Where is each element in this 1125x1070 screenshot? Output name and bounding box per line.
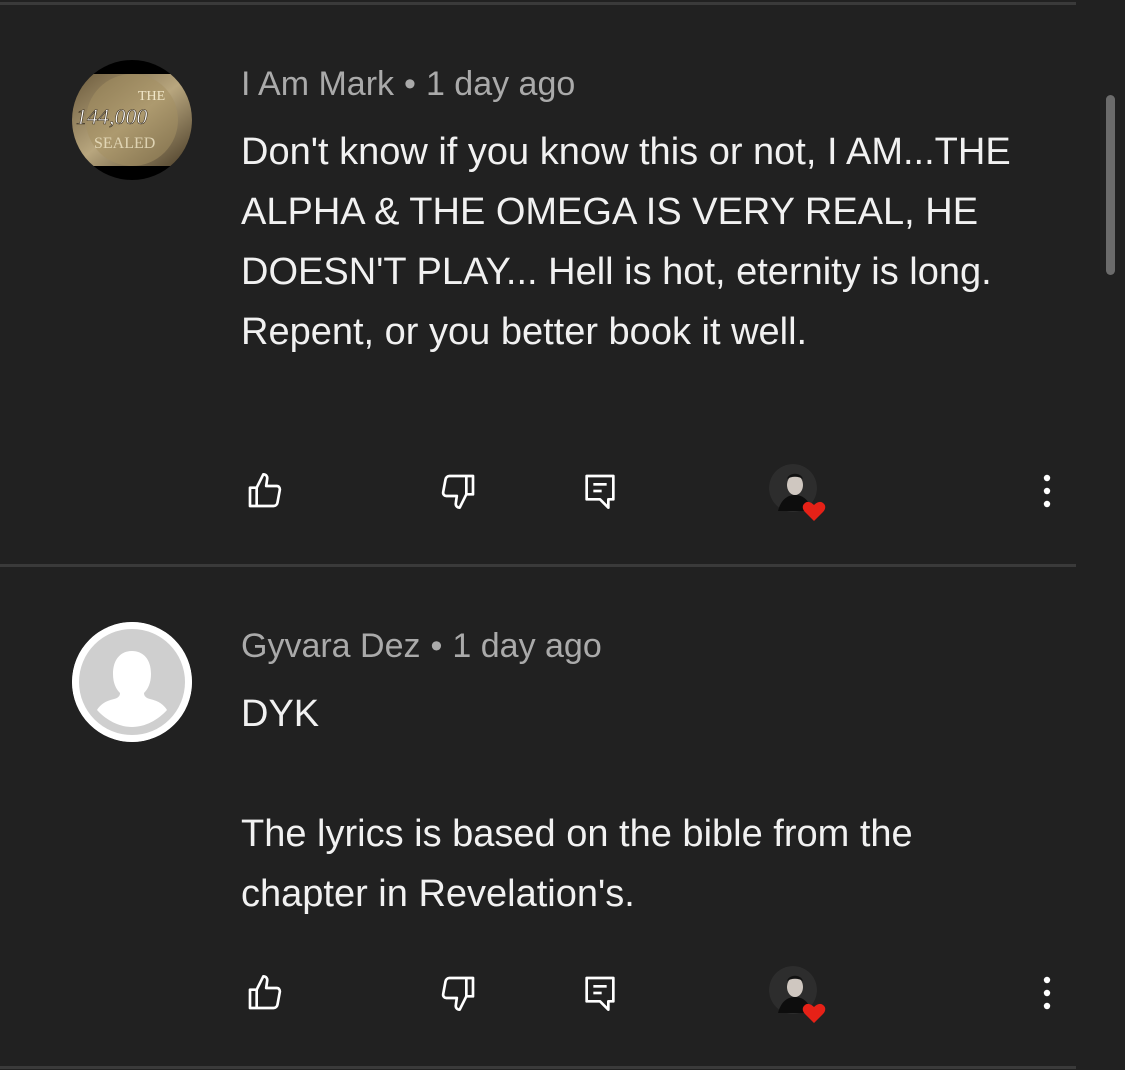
avatar-word-number: 144,000 [76,104,148,129]
more-vert-icon [1043,976,1051,1010]
more-vert-icon [1043,474,1051,508]
dislike-button[interactable] [433,461,483,521]
thumb-up-icon [248,975,282,1010]
comment-text: DYK The lyrics is based on the bible fro… [241,693,913,915]
author-name[interactable]: I Am Mark [241,65,394,103]
more-options-button[interactable] [1032,461,1062,521]
comment-text: Don't know if you know this or not, I AM… [241,131,1011,353]
like-button[interactable] [240,461,290,521]
avatar-word-top: THE [138,89,165,104]
reply-icon [585,976,615,1011]
bottom-divider [0,1066,1076,1069]
thumb-down-icon [441,976,475,1011]
comment-meta: Gyvara Dez • 1 day ago [241,626,602,666]
creator-heart [768,463,838,523]
more-options-button[interactable] [1032,963,1062,1023]
avatar[interactable] [72,622,192,742]
thumb-down-icon [441,474,475,509]
default-avatar-icon [72,622,192,742]
comment-meta: I Am Mark • 1 day ago [241,64,575,104]
avatar-word-bottom: SEALED [94,135,155,152]
author-name[interactable]: Gyvara Dez [241,627,421,665]
reply-button[interactable] [578,461,622,521]
comment-time: 1 day ago [425,65,576,103]
avatar-image: THE 144,000 SEALED [72,60,192,180]
reply-button[interactable] [578,963,622,1023]
creator-heart-icon [769,966,826,1023]
comment-item: THE 144,000 SEALED I Am Mark • 1 day ago D… [0,0,1076,565]
scrollbar[interactable] [1106,95,1115,275]
meta-separator: • [404,65,416,103]
like-button[interactable] [240,963,290,1023]
creator-heart-icon [769,464,826,521]
dislike-button[interactable] [433,963,483,1023]
meta-separator: • [430,627,443,665]
reply-icon [585,474,615,509]
comment-actions [0,461,1076,521]
comments-page: THE 144,000 SEALED I Am Mark • 1 day ago D… [0,0,1125,1070]
comment-actions [0,963,1076,1023]
thumb-up-icon [248,473,282,508]
comment-time: 1 day ago [452,627,602,665]
comment-item: Gyvara Dez • 1 day ago DYK The lyrics is b… [0,567,1076,1067]
creator-heart [768,965,838,1025]
avatar[interactable]: THE 144,000 SEALED [72,60,192,180]
